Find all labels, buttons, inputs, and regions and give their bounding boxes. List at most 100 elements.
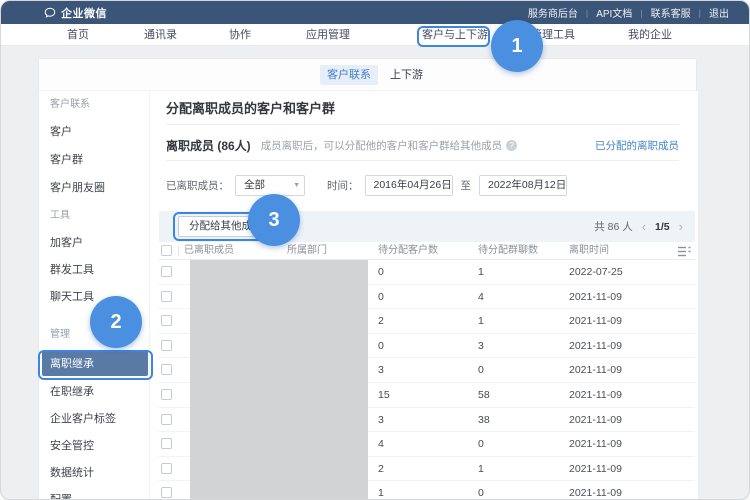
cell-pending-groups: 1 <box>478 309 484 334</box>
cell-leave-date: 2021-11-09 <box>569 285 622 310</box>
sidebar-section-label: 工具 <box>50 209 70 223</box>
cell-pending-groups: 0 <box>478 481 484 500</box>
section-header-row: 离职成员 (86人) 成员离职后，可以分配他的客户和客户群给其他成员 ? 已分配… <box>166 135 679 155</box>
wecom-chat-bubble-icon <box>44 7 56 19</box>
nav-item-contacts[interactable]: 通讯录 <box>144 24 177 46</box>
row-checkbox[interactable] <box>161 340 172 351</box>
cell-pending-clients: 3 <box>378 408 384 433</box>
row-checkbox[interactable] <box>161 438 172 449</box>
cell-pending-groups: 58 <box>478 383 490 408</box>
topbar-link-provider[interactable]: 服务商后台 <box>520 5 586 20</box>
column-settings-icon[interactable] <box>678 246 691 257</box>
cell-pending-groups: 4 <box>478 285 484 310</box>
row-checkbox[interactable] <box>161 364 172 375</box>
step-balloon-1: 1 <box>491 20 543 72</box>
info-icon[interactable]: ? <box>506 140 517 151</box>
cell-leave-date: 2021-11-09 <box>569 432 622 457</box>
date-to-select[interactable]: 2022年08月12日 ▼ <box>479 175 567 196</box>
cell-leave-date: 2021-11-09 <box>569 457 622 482</box>
member-filter-select[interactable]: 全部 ▼ <box>235 175 305 196</box>
main-nav: 首页 通讯录 协作 应用管理 客户与上下游 管理工具 我的企业 <box>1 24 749 46</box>
row-checkbox[interactable] <box>161 487 172 498</box>
app-logo[interactable]: 企业微信 <box>44 5 107 21</box>
tab-customer-contact[interactable]: 客户联系 <box>320 65 378 85</box>
chevron-down-icon: ▼ <box>555 176 562 195</box>
row-checkbox[interactable] <box>161 414 172 425</box>
cell-pending-groups: 1 <box>478 457 484 482</box>
topbar-link-api-docs[interactable]: API文档 <box>588 5 640 20</box>
topbar-link-logout[interactable]: 退出 <box>701 5 737 20</box>
table-header: 已离职成员 所属部门 待分配客户数 待分配群聊数 离职时间 <box>159 242 695 260</box>
browser-window: 企业微信 服务商后台 | API文档 | 联系客服 | 退出 首页 通讯录 协作… <box>0 0 750 500</box>
nav-item-apps[interactable]: 应用管理 <box>306 24 350 46</box>
sidebar-item-14[interactable]: 配置 <box>50 493 72 500</box>
row-checkbox[interactable] <box>161 315 172 326</box>
member-filter-value: 全部 <box>244 179 265 191</box>
cell-leave-date: 2022-07-25 <box>569 260 623 285</box>
row-checkbox[interactable] <box>161 463 172 474</box>
sidebar-item-10[interactable]: 在职继承 <box>50 385 94 399</box>
cell-pending-clients: 15 <box>378 383 390 408</box>
divider <box>178 246 179 256</box>
cell-pending-clients: 0 <box>378 334 384 359</box>
page-indicator: 1/5 <box>655 221 670 233</box>
chevron-down-icon: ▼ <box>441 176 448 195</box>
pagination: 共 86 人 ‹ 1/5 › <box>594 219 683 234</box>
app-logo-text: 企业微信 <box>61 5 107 21</box>
row-checkbox[interactable] <box>161 266 172 277</box>
nav-item-my-company[interactable]: 我的企业 <box>628 24 672 46</box>
main-panel: 分配离职成员的客户和客户群 离职成员 (86人) 成员离职后，可以分配他的客户和… <box>150 91 698 500</box>
sidebar-item-1[interactable]: 客户 <box>50 125 72 139</box>
sidebar-item-5[interactable]: 加客户 <box>50 236 83 250</box>
redacted-area <box>190 260 368 500</box>
nav-item-home[interactable]: 首页 <box>67 24 89 46</box>
sidebar-item-6[interactable]: 群发工具 <box>50 263 94 277</box>
cell-pending-clients: 4 <box>378 432 384 457</box>
cell-leave-date: 2021-11-09 <box>569 334 622 359</box>
cell-pending-groups: 0 <box>478 358 484 383</box>
sidebar-item-2[interactable]: 客户群 <box>50 153 83 167</box>
sidebar-item-9[interactable]: 离职继承 <box>50 357 94 371</box>
topbar-link-support[interactable]: 联系客服 <box>643 5 699 20</box>
sidebar-item-7[interactable]: 聊天工具 <box>50 290 94 304</box>
step-balloon-2: 2 <box>90 296 142 348</box>
cell-pending-clients: 3 <box>378 358 384 383</box>
nav-item-customers[interactable]: 客户与上下游 <box>422 24 488 46</box>
sidebar: 客户联系客户客户群客户朋友圈工具加客户群发工具聊天工具管理离职继承在职继承企业客… <box>39 91 150 500</box>
date-from-select[interactable]: 2016年04月26日 ▼ <box>365 175 453 196</box>
content-card: 客户联系 上下游 客户联系客户客户群客户朋友圈工具加客户群发工具聊天工具管理离职… <box>38 58 697 500</box>
next-page-icon[interactable]: › <box>679 220 683 233</box>
tab-upstream-downstream[interactable]: 上下游 <box>383 65 430 85</box>
sidebar-item-13[interactable]: 数据统计 <box>50 466 94 480</box>
table-toolbar: 分配给其他成员 共 86 人 ‹ 1/5 › <box>159 211 695 242</box>
sidebar-section-label: 客户联系 <box>50 98 90 112</box>
col-header-member: 已离职成员 <box>184 242 234 260</box>
section-description: 成员离职后，可以分配他的客户和客户群给其他成员 <box>261 138 503 153</box>
top-bar: 企业微信 服务商后台 | API文档 | 联系客服 | 退出 <box>1 1 749 24</box>
topbar-links: 服务商后台 | API文档 | 联系客服 | 退出 <box>520 5 737 20</box>
cell-pending-clients: 0 <box>378 285 384 310</box>
cell-pending-clients: 1 <box>378 481 384 500</box>
sidebar-item-12[interactable]: 安全管控 <box>50 439 94 453</box>
cell-pending-clients: 0 <box>378 260 384 285</box>
tab-strip: 客户联系 上下游 <box>39 59 696 91</box>
cell-leave-date: 2021-11-09 <box>569 481 622 500</box>
divider <box>166 124 679 125</box>
row-checkbox[interactable] <box>161 389 172 400</box>
row-checkbox[interactable] <box>161 291 172 302</box>
assigned-members-link[interactable]: 已分配的离职成员 <box>595 138 679 153</box>
cell-pending-groups: 38 <box>478 408 490 433</box>
page-title: 分配离职成员的客户和客户群 <box>166 98 335 117</box>
col-header-groups: 待分配群聊数 <box>478 242 538 260</box>
col-header-clients: 待分配客户数 <box>378 242 438 260</box>
select-all-checkbox[interactable] <box>161 245 172 256</box>
sidebar-item-3[interactable]: 客户朋友圈 <box>50 181 105 195</box>
nav-item-collab[interactable]: 协作 <box>229 24 251 46</box>
filter-row: 已离职成员： 全部 ▼ 时间： 2016年04月26日 ▼ 至 2022年08月… <box>166 173 567 197</box>
sidebar-item-11[interactable]: 企业客户标签 <box>50 412 116 426</box>
cell-leave-date: 2021-11-09 <box>569 383 622 408</box>
prev-page-icon[interactable]: ‹ <box>642 220 646 233</box>
cell-pending-groups: 1 <box>478 260 484 285</box>
time-filter-label: 时间： <box>327 178 359 193</box>
total-count: 共 86 人 <box>594 219 633 234</box>
